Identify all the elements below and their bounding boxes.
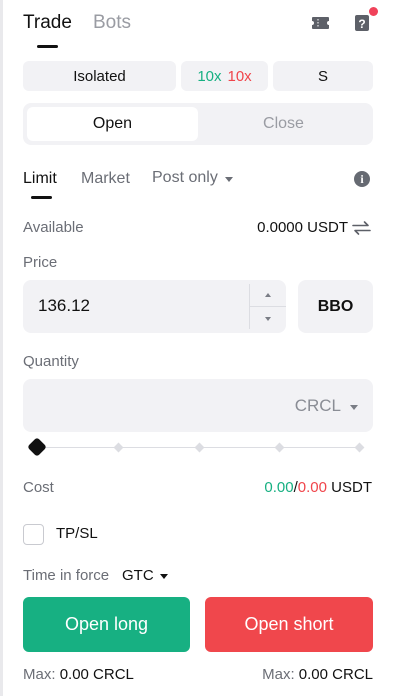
open-short-button[interactable]: Open short [205, 597, 373, 652]
slider-tick[interactable] [274, 442, 285, 453]
slider-tick[interactable] [354, 442, 365, 453]
tab-trade[interactable]: Trade [23, 12, 72, 34]
chevron-down-icon [224, 176, 233, 182]
slider-tick[interactable] [194, 442, 205, 453]
cost-value: 0.00/0.00 USDT [264, 479, 372, 496]
notification-dot [369, 7, 378, 16]
tab-close[interactable]: Close [198, 107, 369, 141]
svg-text:?: ? [358, 17, 365, 31]
leverage-long-value: 10x [197, 67, 222, 85]
tab-bots[interactable]: Bots [93, 12, 131, 34]
position-mode-button[interactable]: S [273, 61, 373, 91]
max-long: Max: 0.00 CRCL [23, 666, 134, 683]
post-only-label: Post only [152, 169, 218, 186]
available-value: 0.0000 USDT [257, 219, 348, 236]
quantity-unit: CRCL [294, 396, 341, 415]
cost-label: Cost [23, 479, 54, 496]
ticket-icon[interactable] [310, 13, 330, 33]
price-value: 136.12 [38, 296, 90, 315]
tpsl-label[interactable]: TP/SL [56, 525, 98, 542]
time-in-force-select[interactable]: GTC [122, 567, 168, 584]
open-long-button[interactable]: Open long [23, 597, 190, 652]
tab-open[interactable]: Open [27, 107, 198, 141]
help-icon[interactable]: ? [352, 13, 372, 33]
cost-long-value: 0.00 [264, 479, 294, 496]
margin-mode-label: Isolated [73, 67, 126, 85]
max-long-label: Max: [23, 666, 56, 683]
leverage-button[interactable]: 10x 10x [181, 61, 268, 91]
price-label: Price [23, 254, 58, 271]
leverage-short-value: 10x [227, 67, 252, 85]
quantity-label: Quantity [23, 353, 79, 370]
max-short: Max: 0.00 CRCL [262, 666, 373, 683]
chevron-up-icon [265, 293, 271, 297]
cost-unit: USDT [331, 479, 372, 496]
cost-short-value: 0.00 [297, 479, 327, 496]
bbo-button[interactable]: BBO [298, 280, 373, 333]
chevron-down-icon [159, 574, 168, 579]
order-type-market[interactable]: Market [81, 170, 130, 188]
price-increment-button[interactable] [250, 284, 286, 306]
slider-handle[interactable] [27, 437, 47, 457]
order-type-limit[interactable]: Limit [23, 170, 57, 188]
margin-mode-button[interactable]: Isolated [23, 61, 176, 91]
quantity-unit-selector[interactable]: CRCL [295, 396, 358, 416]
tab-active-indicator [37, 45, 58, 48]
stepper-divider [250, 306, 286, 307]
order-type-post-only[interactable]: Post only [152, 169, 233, 187]
panel-edge [0, 0, 3, 696]
position-mode-label: S [317, 67, 328, 85]
time-in-force-label: Time in force [23, 567, 110, 584]
slider-tick[interactable] [113, 442, 124, 453]
info-icon[interactable]: i [354, 171, 370, 187]
order-type-active-indicator [31, 196, 52, 199]
time-in-force-value: GTC [122, 567, 154, 584]
chevron-down-icon [350, 404, 358, 410]
max-long-value: 0.00 CRCL [59, 666, 134, 683]
max-short-label: Max: [262, 666, 295, 683]
available-label: Available [23, 219, 84, 236]
price-decrement-button[interactable] [250, 308, 286, 330]
transfer-icon[interactable] [352, 220, 371, 236]
tpsl-checkbox[interactable] [23, 524, 44, 545]
max-short-value: 0.00 CRCL [298, 666, 373, 683]
chevron-down-icon [265, 317, 271, 321]
